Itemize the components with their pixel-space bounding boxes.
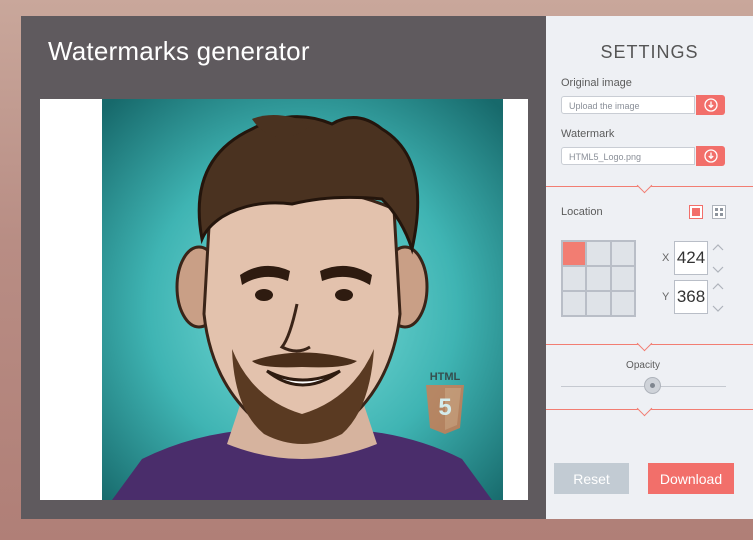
upload-watermark-button[interactable] <box>696 146 725 166</box>
settings-title: SETTINGS <box>600 42 699 62</box>
grid-cell-middle-center[interactable] <box>586 266 611 291</box>
original-image-placeholder: Upload the image <box>569 101 640 111</box>
y-decrement-icon[interactable] <box>712 305 724 313</box>
y-increment-icon[interactable] <box>712 282 724 290</box>
tile-mode-icon[interactable] <box>712 205 726 219</box>
position-grid <box>561 240 636 317</box>
divider-notch <box>636 335 653 352</box>
grid-cell-bottom-center[interactable] <box>586 291 611 316</box>
opacity-slider-knob[interactable] <box>644 377 661 394</box>
divider-notch <box>636 177 653 194</box>
download-button[interactable]: Download <box>648 463 734 494</box>
original-image-input[interactable]: Upload the image <box>561 96 695 114</box>
grid-cell-middle-left[interactable] <box>562 266 587 291</box>
x-decrement-icon[interactable] <box>712 266 724 274</box>
x-increment-icon[interactable] <box>712 243 724 251</box>
cloud-download-icon <box>703 98 718 112</box>
html5-watermark: HTML 5 <box>424 371 466 435</box>
preview-panel: Watermarks generator HTML 5 <box>21 16 546 519</box>
grid-cell-top-center[interactable] <box>586 241 611 266</box>
settings-panel: SETTINGS Original image Upload the image… <box>546 16 753 519</box>
single-mode-icon[interactable] <box>689 205 703 219</box>
grid-cell-top-left[interactable] <box>562 241 587 266</box>
watermark-label: Watermark <box>561 128 615 140</box>
location-label: Location <box>561 206 603 218</box>
grid-cell-top-right[interactable] <box>610 241 635 266</box>
upload-original-button[interactable] <box>696 95 725 115</box>
grid-cell-bottom-left[interactable] <box>562 291 587 316</box>
watermark-input[interactable]: HTML5_Logo.png <box>561 147 695 165</box>
original-image-label: Original image <box>561 77 632 89</box>
cloud-download-icon <box>703 149 718 163</box>
grid-cell-middle-right[interactable] <box>610 266 635 291</box>
app-title: Watermarks generator <box>48 36 310 66</box>
avatar-illustration <box>102 99 503 500</box>
opacity-label: Opacity <box>626 360 660 371</box>
reset-button[interactable]: Reset <box>554 463 629 494</box>
divider-notch <box>636 400 653 417</box>
x-input[interactable]: 424 <box>674 241 708 275</box>
watermark-text: HTML <box>429 371 461 383</box>
y-input[interactable]: 368 <box>674 280 708 314</box>
x-label: X <box>662 252 670 264</box>
y-label: Y <box>662 291 670 303</box>
watermark-filename: HTML5_Logo.png <box>569 152 642 162</box>
watermark-number: 5 <box>438 394 452 421</box>
image-canvas: HTML 5 <box>40 99 528 500</box>
grid-cell-bottom-right[interactable] <box>610 291 635 316</box>
original-image: HTML 5 <box>102 99 503 500</box>
